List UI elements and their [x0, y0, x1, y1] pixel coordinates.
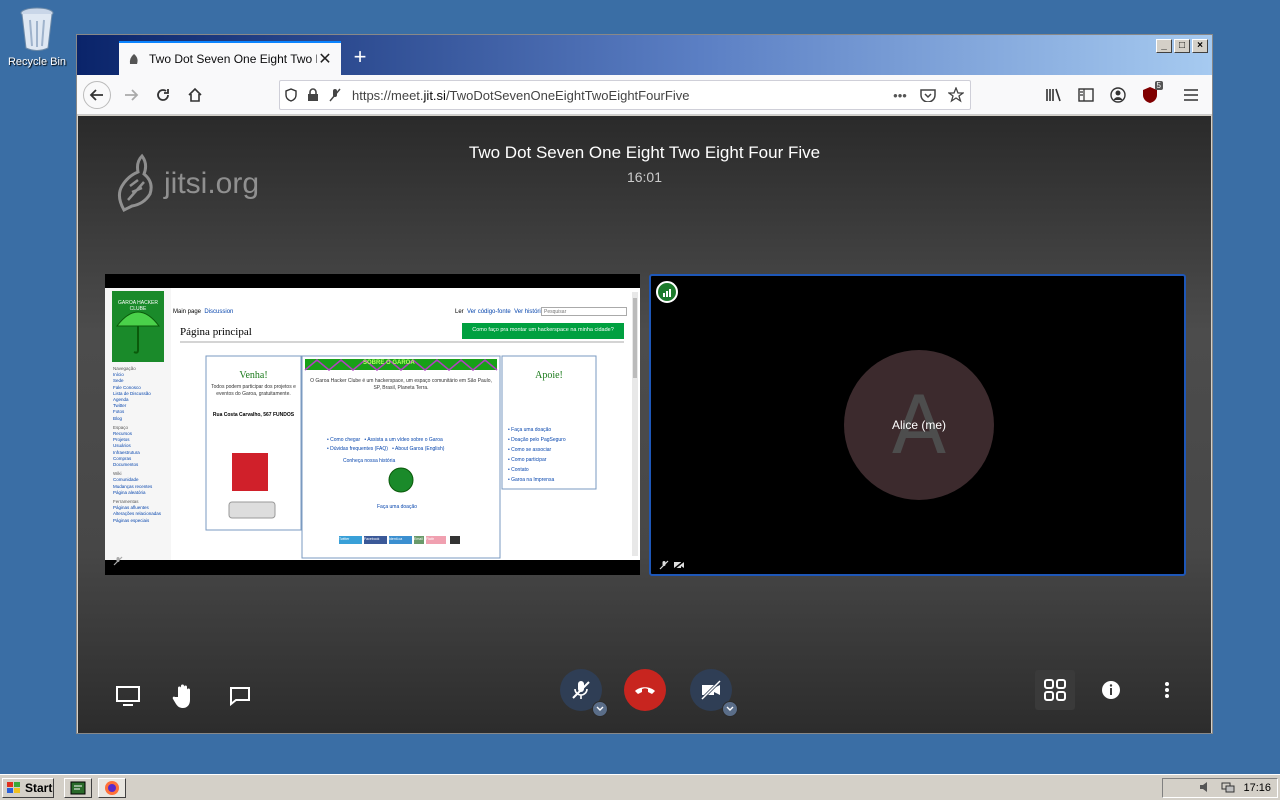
home-button[interactable] — [181, 81, 209, 109]
more-options-button[interactable] — [1147, 670, 1187, 710]
windows-logo-icon — [7, 782, 20, 793]
library-icon[interactable] — [1040, 81, 1068, 109]
video-off-status-icon — [673, 560, 685, 570]
participant-avatar: A Alice (me) — [844, 350, 994, 500]
tab-close-icon[interactable]: ✕ — [317, 49, 333, 69]
minimize-button[interactable]: _ — [1156, 39, 1172, 53]
microphone-toggle-button[interactable] — [560, 669, 608, 717]
hangup-button[interactable] — [624, 669, 666, 711]
venha-box: Venha! Todos podem participar dos projet… — [211, 370, 296, 446]
share-tile-muted-mic-icon — [113, 553, 123, 571]
connection-indicator-icon[interactable] — [656, 281, 678, 303]
toolbar-right — [1035, 670, 1187, 710]
clock: 17:16 — [1243, 782, 1271, 794]
new-tab-button[interactable]: + — [347, 45, 373, 71]
chat-button[interactable] — [220, 676, 260, 716]
share-buttons: Twitter Facebook Identi.ca Email Flattr — [339, 537, 434, 541]
forward-button[interactable] — [117, 81, 145, 109]
bookmark-star-icon[interactable] — [942, 87, 970, 103]
desktop-share-icon — [116, 686, 140, 706]
raise-hand-icon — [172, 684, 190, 708]
start-button[interactable]: Start — [2, 778, 54, 798]
maximize-button[interactable]: □ — [1174, 39, 1190, 53]
video-off-icon — [700, 680, 722, 700]
taskbar: Start 17:16 — [0, 774, 1280, 800]
meeting-area: jitsi.org Two Dot Seven One Eight Two Ei… — [78, 116, 1211, 733]
shared-webpage: GAROA HACKER CLUBE Main page Discussion … — [105, 288, 640, 560]
pocket-icon[interactable] — [914, 88, 942, 102]
wiki-page-heading: Página principal — [180, 326, 252, 338]
sobre-intro: O Garoa Hacker Clube é um hackerspace, u… — [310, 378, 492, 391]
tab-bar: Two Dot Seven One Eight Two Eight Four F… — [77, 35, 1212, 75]
volume-icon[interactable] — [1199, 781, 1213, 796]
tab-title: Two Dot Seven One Eight Two Eight Four F… — [149, 52, 317, 66]
vertical-dots-icon — [1165, 682, 1169, 698]
back-button[interactable] — [83, 81, 111, 109]
tracking-protection-shield-icon[interactable] — [280, 88, 302, 102]
account-icon[interactable] — [1104, 81, 1132, 109]
hackerspace-banner-button[interactable]: Como faço pra montar um hackerspace na m… — [464, 327, 622, 333]
local-participant-tile[interactable]: A Alice (me) — [649, 274, 1186, 576]
audio-settings-chevron-icon[interactable] — [592, 701, 608, 717]
hamburger-menu-icon[interactable] — [1177, 81, 1205, 109]
tab-meeting[interactable]: Two Dot Seven One Eight Two Eight Four F… — [119, 41, 341, 75]
sidebar-toggle-icon[interactable] — [1072, 81, 1100, 109]
start-label: Start — [25, 781, 53, 795]
camera-toggle-button[interactable] — [690, 669, 738, 717]
ublock-badge: 5 — [1154, 81, 1163, 90]
page-actions-icon[interactable]: ••• — [886, 88, 914, 103]
home-icon — [188, 87, 202, 102]
lock-icon[interactable] — [302, 88, 324, 102]
screen-share-tile[interactable]: GAROA HACKER CLUBE Main page Discussion … — [105, 274, 640, 575]
url-text[interactable]: https://meet.jit.si/TwoDotSevenOneEightT… — [346, 88, 886, 103]
window-close-button[interactable]: × — [1192, 39, 1208, 53]
terminal-icon — [70, 781, 86, 795]
reload-button[interactable] — [149, 81, 177, 109]
meeting-title: Two Dot Seven One Eight Two Eight Four F… — [468, 143, 821, 162]
apoie-box: Apoie! • Faça uma doação • Doação pelo Pa… — [508, 370, 566, 483]
toolbar-left — [108, 676, 260, 716]
wiki-sidebar-nav: Navegação Início Sede Fale Conosco Lista de … — [113, 366, 162, 523]
recycle-bin-desktop-icon[interactable]: Recycle Bin — [6, 6, 68, 68]
info-icon — [1102, 681, 1120, 699]
ublock-origin-icon[interactable]: 5 — [1136, 81, 1164, 109]
wiki-top-links-right: Ler Ver código-fonte Ver histórico — [455, 309, 548, 315]
firefox-icon — [105, 781, 119, 795]
wiki-search-input[interactable] — [541, 307, 627, 316]
microphone-permission-icon[interactable] — [324, 88, 346, 102]
raise-hand-button[interactable] — [164, 676, 204, 716]
tile-view-grid-icon — [1044, 679, 1066, 701]
hangup-phone-icon — [635, 687, 655, 694]
participant-name: Alice (me) — [891, 418, 946, 432]
network-icon[interactable] — [1221, 781, 1235, 796]
wiki-top-links-left: Main page Discussion — [173, 309, 234, 315]
share-screen-button[interactable] — [108, 676, 148, 716]
participant-status-icons — [659, 560, 685, 570]
back-arrow-icon — [89, 89, 103, 101]
taskbar-app-firefox[interactable] — [98, 778, 126, 798]
muted-microphone-icon — [572, 681, 590, 699]
reload-icon — [157, 89, 169, 101]
tile-view-button[interactable] — [1035, 670, 1075, 710]
jitsi-favicon-icon — [127, 52, 141, 66]
sobre-links: • Como chegar • Assista a um vídeo sobre… — [327, 437, 445, 452]
recycle-bin-icon — [18, 6, 56, 52]
muted-mic-status-icon — [659, 560, 669, 570]
navigation-bar: https://meet.jit.si/TwoDotSevenOneEightT… — [77, 75, 1212, 115]
recycle-bin-label: Recycle Bin — [7, 56, 67, 68]
garoa-logo-text: GAROA HACKER CLUBE — [117, 300, 158, 312]
system-tray: 17:16 — [1162, 778, 1278, 798]
chat-icon — [230, 687, 250, 707]
window-controls: _ □ × — [1156, 39, 1208, 53]
forward-arrow-icon — [125, 89, 139, 101]
sobre-garoa-banner: SOBRE O GAROA — [363, 360, 415, 366]
sobre-cta-link[interactable]: Conheça nossa história — [343, 458, 395, 464]
meeting-timer: 16:01 — [626, 169, 663, 185]
video-settings-chevron-icon[interactable] — [722, 701, 738, 717]
info-button[interactable] — [1091, 670, 1131, 710]
sobre-donate-link[interactable]: Faça uma doação — [377, 504, 417, 510]
taskbar-app-terminal[interactable] — [64, 778, 92, 798]
browser-window: Two Dot Seven One Eight Two Eight Four F… — [76, 34, 1213, 734]
address-bar[interactable]: https://meet.jit.si/TwoDotSevenOneEightT… — [279, 80, 971, 110]
